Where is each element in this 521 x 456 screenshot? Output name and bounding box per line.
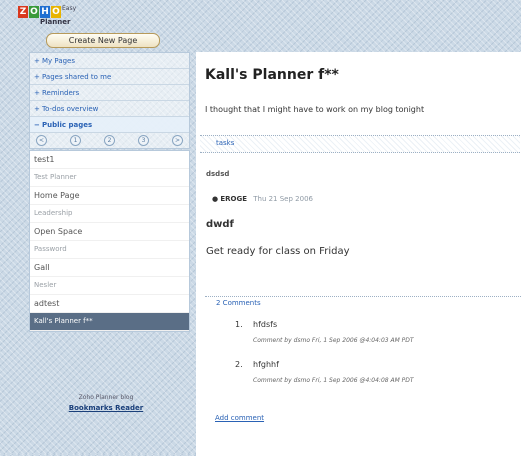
list-item[interactable]: test1: [30, 151, 189, 169]
logo-subtext: Easy: [62, 5, 77, 12]
page-title: Kall's Planner f**: [205, 67, 339, 83]
list-item[interactable]: Leadership: [30, 205, 189, 223]
section-name: dsdsd: [206, 170, 230, 178]
sidebar-item-label: My Pages: [42, 56, 76, 65]
create-new-page-button[interactable]: Create New Page: [46, 33, 160, 48]
powered-by-text: Zoho Planner blog: [78, 394, 134, 401]
comment-meta: Comment by dsmo Fri, 1 Sep 2006 @4:04:03…: [253, 337, 414, 344]
powered-by-link[interactable]: Bookmarks Reader: [39, 404, 173, 412]
public-pages-list: test1 Test Planner Home Page Leadership …: [29, 150, 190, 332]
zoho-planner-logo[interactable]: Z O H O Easy Planner: [18, 4, 138, 32]
sidebar: + My Pages + Pages shared to me + Remind…: [29, 52, 190, 385]
list-item[interactable]: Gall: [30, 259, 189, 277]
main-content: Kall's Planner f** I thought that I migh…: [196, 52, 521, 456]
tags-bar: tasks: [200, 135, 520, 153]
item-name: EROGE: [220, 195, 247, 203]
pager-page-1[interactable]: 1: [70, 135, 81, 146]
comment-number: 2.: [235, 360, 243, 369]
list-item[interactable]: Home Page: [30, 187, 189, 205]
sidebar-item-todos-overview[interactable]: + To-dos overview: [30, 101, 189, 117]
pager-next-button[interactable]: >: [172, 135, 183, 146]
content-text: Get ready for class on Friday: [206, 246, 350, 257]
logo-product-name: Planner: [40, 18, 71, 26]
list-item[interactable]: adtest: [30, 295, 189, 313]
sidebar-item-my-pages[interactable]: + My Pages: [30, 53, 189, 69]
sidebar-item-reminders[interactable]: + Reminders: [30, 85, 189, 101]
list-item[interactable]: Nesler: [30, 277, 189, 295]
expand-plus-icon: +: [34, 88, 40, 97]
content-heading: dwdf: [206, 219, 234, 230]
add-comment-link[interactable]: Add comment: [215, 414, 264, 422]
comment-text: hfdsfs: [253, 320, 278, 329]
page-frame: Z O H O Easy Planner Create New Page + M…: [6, 2, 521, 456]
comments-count-link[interactable]: 2 Comments: [216, 299, 261, 307]
comments-section: 2 Comments 1. hfdsfs Comment by dsmo Fri…: [205, 296, 521, 384]
sidebar-item-public-pages[interactable]: − Public pages: [30, 117, 189, 133]
list-item-selected[interactable]: Kall's Planner f**: [30, 313, 189, 331]
sidebar-links: + My Pages + Pages shared to me + Remind…: [29, 52, 190, 149]
comment-meta: Comment by dsmo Fri, 1 Sep 2006 @4:04:08…: [253, 377, 414, 384]
expand-plus-icon: +: [34, 104, 40, 113]
public-pages-pager: < 1 2 3 >: [30, 133, 189, 148]
tags-link[interactable]: tasks: [216, 139, 234, 147]
expand-plus-icon: +: [34, 72, 40, 81]
list-item: ● EROGE Thu 21 Sep 2006: [212, 195, 313, 203]
page-description: I thought that I might have to work on m…: [205, 105, 425, 114]
sidebar-item-label: To-dos overview: [42, 104, 99, 113]
item-timestamp: Thu 21 Sep 2006: [253, 195, 313, 203]
list-item[interactable]: Password: [30, 241, 189, 259]
sidebar-item-shared-pages[interactable]: + Pages shared to me: [30, 69, 189, 85]
list-item[interactable]: Open Space: [30, 223, 189, 241]
expand-plus-icon: +: [34, 56, 40, 65]
sidebar-item-label: Pages shared to me: [42, 72, 112, 81]
sidebar-item-label: Public pages: [42, 120, 93, 129]
sidebar-item-label: Reminders: [42, 88, 80, 97]
pager-prev-button[interactable]: <: [36, 135, 47, 146]
collapse-minus-icon: −: [34, 120, 40, 129]
pager-page-3[interactable]: 3: [138, 135, 149, 146]
pager-page-2[interactable]: 2: [104, 135, 115, 146]
comment-number: 1.: [235, 320, 243, 329]
bullet-dot-icon: ●: [212, 195, 219, 203]
list-item[interactable]: Test Planner: [30, 169, 189, 187]
zoho-wordmark: Z O H O: [18, 6, 61, 18]
comment-text: hfghhf: [253, 360, 279, 369]
